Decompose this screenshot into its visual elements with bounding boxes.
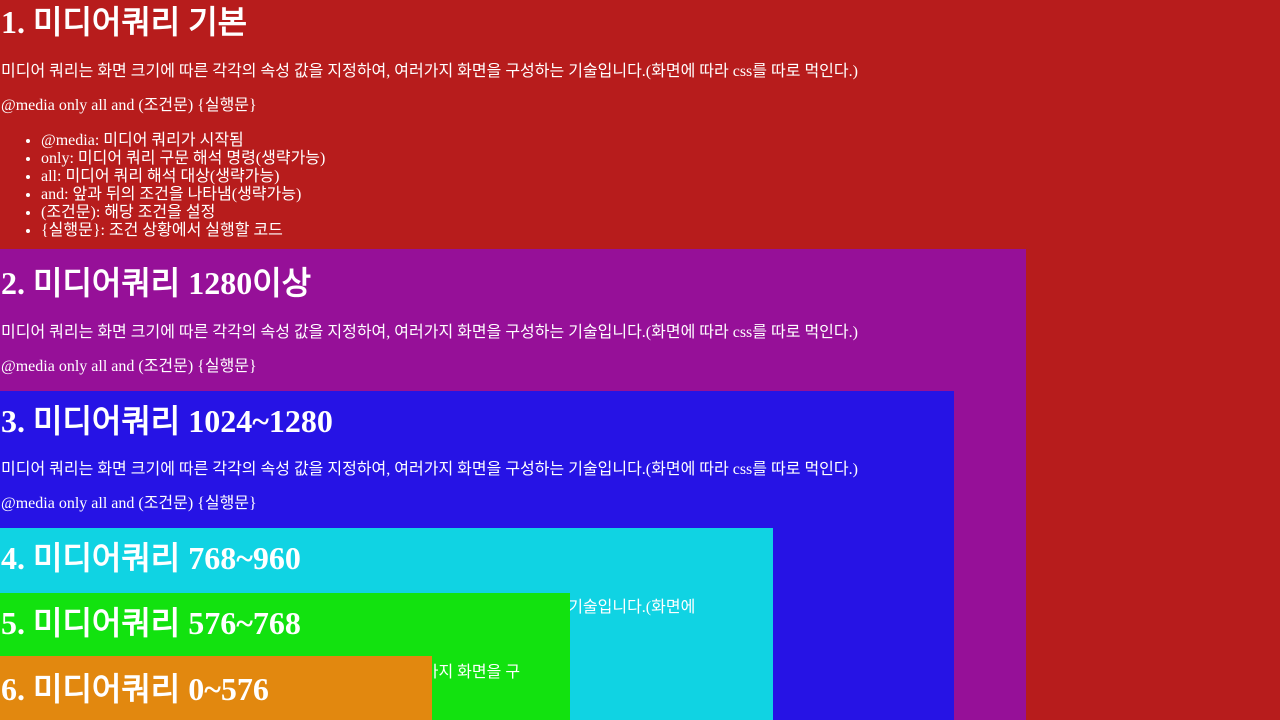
section-syntax: @media only all and (조건문) {실행문} [1,358,257,375]
list-item: (조건문): 해당 조건을 설정 [41,204,325,222]
section-title: 2. 미디어쿼리 1280이상 [1,265,312,301]
section-syntax: @media only all and (조건문) {실행문} [1,97,257,114]
list-item: and: 앞과 뒤의 조건을 나타냄(생략가능) [41,186,325,204]
list-item: all: 미디어 쿼리 해석 대상(생략가능) [41,168,325,186]
section-description: 미디어 쿼리는 화면 크기에 따른 각각의 속성 값을 지정하여, 여러가지 화… [1,324,858,341]
list-item: @media: 미디어 쿼리가 시작됨 [41,132,325,150]
list-item: {실행문}: 조건 상황에서 실행할 코드 [41,222,325,240]
section-description: 미디어 쿼리는 화면 크기에 따른 각각의 속성 값을 지정하여, 여러가지 화… [1,63,858,80]
section-title: 6. 미디어쿼리 0~576 [1,671,269,707]
section-title: 1. 미디어쿼리 기본 [1,4,248,40]
list-item: only: 미디어 쿼리 구문 해석 명령(생략가능) [41,150,325,168]
syntax-list: @media: 미디어 쿼리가 시작됨 only: 미디어 쿼리 구문 해석 명… [0,132,325,240]
section-title: 4. 미디어쿼리 768~960 [1,540,301,576]
section-media-query-0-576: 6. 미디어쿼리 0~576 [0,656,432,720]
section-description: 미디어 쿼리는 화면 크기에 따른 각각의 속성 값을 지정하여, 여러가지 화… [1,461,858,478]
section-syntax: @media only all and (조건문) {실행문} [1,495,257,512]
section-title: 5. 미디어쿼리 576~768 [1,605,301,641]
section-title: 3. 미디어쿼리 1024~1280 [1,403,333,439]
